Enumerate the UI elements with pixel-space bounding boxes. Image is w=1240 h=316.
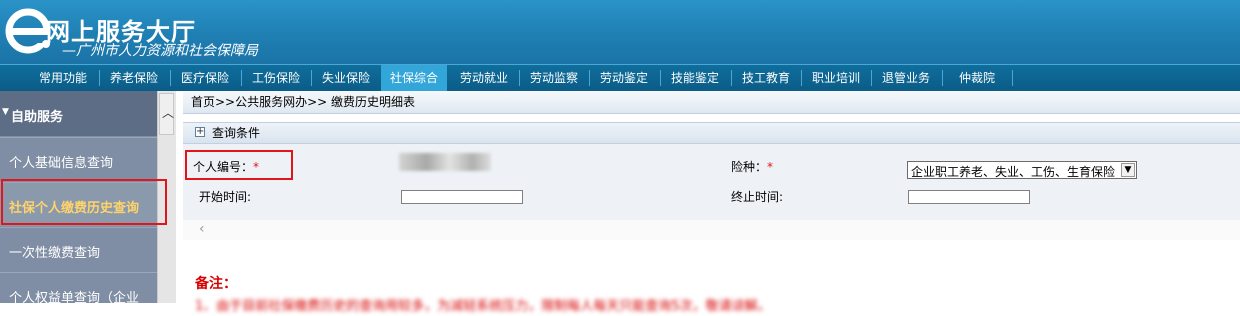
- insurance-type-select[interactable]: 企业职工养老、失业、工伤、生育保险 ▼: [907, 161, 1137, 179]
- sidebar-header-label: 自助服务: [11, 110, 64, 125]
- required-mark: *: [767, 160, 774, 174]
- insurance-label: 险种：*: [731, 160, 774, 174]
- nav-item-retirement[interactable]: 退管业务: [873, 65, 939, 91]
- sidebar-item-label: 一次性缴费查询: [9, 246, 101, 261]
- start-time-input[interactable]: [401, 190, 523, 204]
- main-nav: 常用功能 养老保险 医疗保险 工伤保险 失业保险 社保综合 劳动就业 劳动监察 …: [0, 64, 1240, 91]
- sidebar-item-label: 个人权益单查询（企业: [9, 291, 140, 306]
- sidebar-item-label: 个人基础信息查询: [9, 156, 114, 171]
- remark-title: 备注：: [195, 276, 237, 292]
- chevron-up-icon: ︿: [162, 106, 175, 120]
- insurance-type-value: 企业职工养老、失业、工伤、生育保险: [911, 165, 1116, 179]
- chevron-left-icon[interactable]: ‹: [199, 221, 205, 237]
- nav-item-social-insurance[interactable]: 社保综合: [381, 65, 447, 91]
- nav-item-employment[interactable]: 劳动就业: [451, 65, 517, 91]
- nav-item-common[interactable]: 常用功能: [30, 65, 96, 91]
- nav-item-pension[interactable]: 养老保险: [101, 65, 167, 91]
- query-form: 个人编号：* 险种：* 企业职工养老、失业、工伤、生育保险 ▼ 开始时间: 终止…: [183, 144, 1240, 220]
- sidebar-header[interactable]: ▼ 自助服务: [0, 91, 157, 136]
- sidebar-item-one-time-payment[interactable]: 一次性缴费查询: [0, 227, 157, 271]
- nav-item-labor-appraisal[interactable]: 劳动鉴定: [591, 65, 657, 91]
- nav-item-unemployment[interactable]: 失业保险: [313, 65, 379, 91]
- sidebar-item-personal-info[interactable]: 个人基础信息查询: [0, 137, 157, 181]
- nav-item-injury[interactable]: 工伤保险: [243, 65, 309, 91]
- breadcrumb-text: 首页>>公共服务网办>> 缴费历史明细表: [191, 95, 416, 109]
- person-id-value-redacted: [399, 153, 491, 171]
- expand-icon[interactable]: +: [195, 127, 205, 137]
- sidebar-item-rights-statement[interactable]: 个人权益单查询（企业: [0, 272, 157, 316]
- nav-item-labor-inspection[interactable]: 劳动监察: [521, 65, 587, 91]
- horizontal-scrollbar[interactable]: ‹: [183, 220, 1240, 240]
- main-content: 首页>>公共服务网办>> 缴费历史明细表 + 查询条件 个人编号：* 险种：* …: [183, 91, 1240, 314]
- nav-item-vocational-training[interactable]: 职业培训: [803, 65, 869, 91]
- remark-text: 1、由于目前社保缴费历史的查询用较多，为减轻系统压力，限制每人每天只能查询5次，…: [195, 299, 771, 314]
- breadcrumb: 首页>>公共服务网办>> 缴费历史明细表: [183, 91, 1240, 114]
- end-time-label: 终止时间:: [731, 190, 784, 204]
- nav-item-medical[interactable]: 医疗保险: [172, 65, 238, 91]
- site-subtitle: —广州市人力资源和社会保障局: [62, 43, 258, 59]
- highlight-box-person-id: [185, 150, 293, 180]
- query-conditions-header[interactable]: + 查询条件: [183, 122, 1240, 144]
- caret-down-icon: ▼: [2, 107, 9, 117]
- nav-item-technical-education[interactable]: 技工教育: [733, 65, 799, 91]
- nav-item-skill-appraisal[interactable]: 技能鉴定: [662, 65, 728, 91]
- scroll-up-button[interactable]: ︿: [159, 93, 174, 135]
- site-header: 网上服务大厅 —广州市人力资源和社会保障局: [0, 0, 1240, 64]
- start-time-label: 开始时间:: [199, 190, 252, 204]
- chevron-down-icon: ▼: [1121, 163, 1135, 177]
- nav-item-arbitration[interactable]: 仲裁院: [944, 65, 1010, 91]
- query-conditions-label: 查询条件: [212, 126, 261, 140]
- highlight-box-sidebar: [1, 179, 167, 225]
- end-time-input[interactable]: [908, 190, 1030, 204]
